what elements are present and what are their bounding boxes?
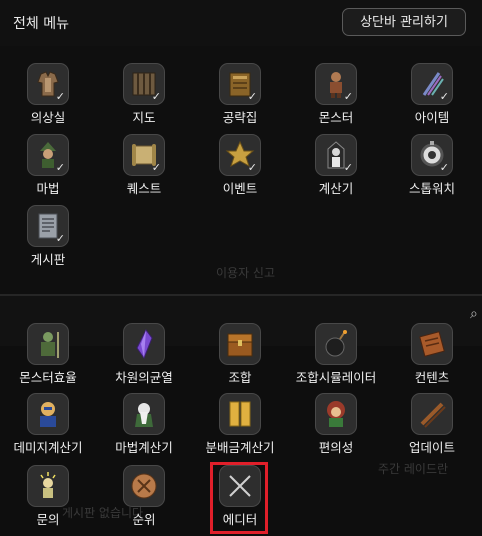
background-weekly-raid-text: 주간 레이드란 <box>378 462 449 476</box>
check-icon: ✓ <box>55 90 65 103</box>
menu-item-board[interactable]: ✓ 게시판 <box>0 205 96 269</box>
damage-calc-icon <box>40 402 56 427</box>
menu-item-damage-calculator[interactable]: 데미지계산기 <box>0 393 96 457</box>
menu-item-label: 마법계산기 <box>115 440 173 455</box>
check-icon: ✓ <box>55 161 65 174</box>
cash-split-icon <box>229 401 251 427</box>
menu-item-guidebook[interactable]: ✓ 공략집 <box>192 63 288 127</box>
check-icon: ✓ <box>247 90 257 103</box>
manage-topbar-button[interactable]: 상단바 관리하기 <box>342 8 466 36</box>
menu-item-calculator[interactable]: ✓ 계산기 <box>288 134 384 198</box>
convenience-icon <box>327 401 345 427</box>
menu-item-item[interactable]: ✓ 아이템 <box>384 63 480 127</box>
menu-item-inquiry[interactable]: 문의 <box>0 465 96 529</box>
menu-item-monster[interactable]: ✓ 몬스터 <box>288 63 384 127</box>
menu-item-ranking[interactable]: 순위 <box>96 465 192 529</box>
menu-item-quest[interactable]: ✓ 퀘스트 <box>96 134 192 198</box>
monster-efficiency-icon <box>41 332 59 358</box>
menu-item-map[interactable]: ✓ 지도 <box>96 63 192 127</box>
menu-item-label: 데미지계산기 <box>13 440 83 455</box>
menu-item-label: 계산기 <box>318 181 354 196</box>
menu-item-event[interactable]: ✓ 이벤트 <box>192 134 288 198</box>
contents-scroll-icon <box>419 331 445 357</box>
background-report-text: 이용자 신고 <box>216 266 276 280</box>
menu-item-label: 공략집 <box>222 110 258 125</box>
update-icon <box>420 402 446 428</box>
menu-item-label: 순위 <box>132 512 156 527</box>
menu-header: 전체 메뉴 상단바 관리하기 <box>0 0 482 46</box>
check-icon: ✓ <box>343 90 353 103</box>
menu-item-label: 몬스터효율 <box>19 370 77 385</box>
menu-item-label: 아이템 <box>414 110 450 125</box>
menu-item-convenience[interactable]: 편의성 <box>288 393 384 457</box>
check-icon: ✓ <box>151 161 161 174</box>
menu-item-dimension-rift[interactable]: 차원의균열 <box>96 323 192 387</box>
check-icon: ✓ <box>247 161 257 174</box>
menu-item-label: 게시판 <box>30 252 66 267</box>
menu-item-distribution-calculator[interactable]: 분배금계산기 <box>192 393 288 457</box>
menu-item-label: 분배금계산기 <box>205 440 275 455</box>
menu-item-label: 편의성 <box>318 440 354 455</box>
menu-item-contents[interactable]: 컨텐츠 <box>384 323 480 387</box>
inquiry-icon <box>40 472 56 498</box>
bomb-icon <box>325 330 347 357</box>
check-icon: ✓ <box>343 161 353 174</box>
check-icon: ✓ <box>439 90 449 103</box>
menu-item-wardrobe[interactable]: ✓ 의상실 <box>0 63 96 127</box>
menu-item-label: 몬스터 <box>318 110 354 125</box>
menu-item-label: 차원의균열 <box>115 370 173 385</box>
ranking-icon <box>131 473 157 499</box>
menu-item-magic[interactable]: ✓ 마법 <box>0 134 96 198</box>
menu-item-label: 조합시뮬레이터 <box>295 370 377 385</box>
chest-icon <box>227 333 253 357</box>
page-title: 전체 메뉴 <box>13 16 69 32</box>
menu-item-update[interactable]: 업데이트 <box>384 393 480 457</box>
menu-item-label: 조합 <box>228 370 252 385</box>
check-icon: ✓ <box>439 161 449 174</box>
check-icon: ✓ <box>55 232 65 245</box>
magic-calc-icon <box>135 403 153 427</box>
menu-item-monster-efficiency[interactable]: 몬스터효율 <box>0 323 96 387</box>
menu-item-label: 의상실 <box>30 110 66 125</box>
menu-item-label: 문의 <box>36 512 60 527</box>
menu-item-label: 마법 <box>36 181 60 196</box>
crystal-icon <box>136 329 153 360</box>
menu-item-label: 퀘스트 <box>126 181 162 196</box>
menu-item-label: 스톱워치 <box>408 181 455 196</box>
menu-item-label: 업데이트 <box>408 440 455 455</box>
menu-item-magic-calculator[interactable]: 마법계산기 <box>96 393 192 457</box>
menu-item-crafting[interactable]: 조합 <box>192 323 288 387</box>
editor-highlight-frame <box>210 462 268 534</box>
menu-item-stopwatch[interactable]: ✓ 스톱워치 <box>384 134 480 198</box>
menu-item-label: 컨텐츠 <box>414 370 450 385</box>
search-icon: ⌕ <box>470 306 478 322</box>
menu-item-crafting-simulator[interactable]: 조합시뮬레이터 <box>288 323 384 387</box>
menu-item-label: 지도 <box>132 110 156 125</box>
check-icon: ✓ <box>151 90 161 103</box>
menu-item-label: 이벤트 <box>222 181 258 196</box>
